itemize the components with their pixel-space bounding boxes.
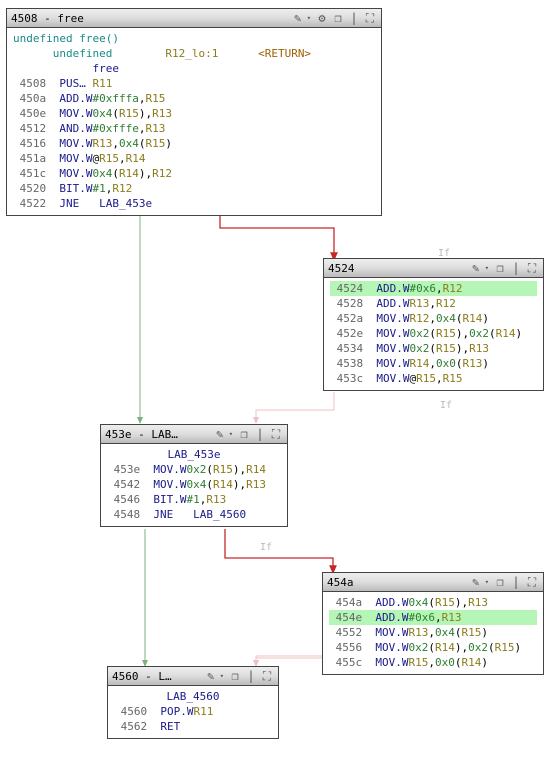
if-label: If	[260, 542, 272, 553]
block-label: LAB_4560	[167, 690, 220, 703]
expand-icon[interactable]: ⛶	[269, 427, 283, 441]
sig-name: free	[92, 62, 119, 75]
block-title: 454a	[327, 576, 467, 589]
divider: |	[244, 669, 258, 683]
asm-row: 4560 POP.WR11	[114, 704, 272, 719]
asm-row: 4556 MOV.W0x2(R14),0x2(R15)	[329, 640, 537, 655]
asm-row: 4516 MOV.WR13,0x4(R15)	[13, 136, 375, 151]
asm-row: 4512 AND.W#0xfffe,R13	[13, 121, 375, 136]
expand-icon[interactable]: ⛶	[260, 669, 274, 683]
block-body: undefined free() undefined R12_lo:1 <RET…	[7, 28, 381, 215]
expand-icon[interactable]: ⛶	[525, 575, 539, 589]
block-title: 4508 - free	[11, 12, 289, 25]
restore-icon[interactable]: ❐	[228, 669, 242, 683]
divider: |	[509, 261, 523, 275]
asm-row: 455c MOV.WR15,0x0(R14)	[329, 655, 537, 670]
expand-icon[interactable]: ⛶	[363, 11, 377, 25]
asm-row: 4520 BIT.W#1,R12	[13, 181, 375, 196]
asm-row: 4538 MOV.WR14,0x0(R13)	[330, 356, 537, 371]
asm-row: 450a ADD.W#0xfffa,R15	[13, 91, 375, 106]
restore-icon[interactable]: ❐	[493, 575, 507, 589]
block-4524[interactable]: 4524 ✎▾ ❐ | ⛶ 4524 ADD.W#0x6,R12 4528 AD…	[323, 258, 544, 391]
edit-icon[interactable]: ✎	[213, 427, 227, 441]
asm-row: 450e MOV.W0x4(R15),R13	[13, 106, 375, 121]
asm-row: 453c MOV.W@R15,R15	[330, 371, 537, 386]
block-4560[interactable]: 4560 - L… ✎▾ ❐ | ⛶ LAB_4560 4560 POP.WR1…	[107, 666, 279, 739]
gear-icon[interactable]: ⚙	[315, 11, 329, 25]
asm-row: 4528 ADD.WR13,R12	[330, 296, 537, 311]
asm-row: 4542 MOV.W0x4(R14),R13	[107, 477, 281, 492]
asm-row: 4524 ADD.W#0x6,R12	[330, 281, 537, 296]
asm-row: 454a ADD.W0x4(R15),R13	[329, 595, 537, 610]
asm-row: 453e MOV.W0x2(R15),R14	[107, 462, 281, 477]
block-label: LAB_453e	[168, 448, 221, 461]
asm-row: 451c MOV.W0x4(R14),R12	[13, 166, 375, 181]
edit-icon[interactable]: ✎	[469, 261, 483, 275]
expand-icon[interactable]: ⛶	[525, 261, 539, 275]
asm-row: 4508 PUS… R11	[13, 76, 375, 91]
if-label: If	[440, 400, 452, 411]
sig-reg: R12_lo:1	[165, 47, 218, 60]
block-body: 454a ADD.W0x4(R15),R13 454e ADD.W#0x6,R1…	[323, 592, 543, 674]
asm-row: 4562 RET	[114, 719, 272, 734]
block-title: 4524	[328, 262, 467, 275]
asm-row: 454e ADD.W#0x6,R13	[329, 610, 537, 625]
divider: |	[253, 427, 267, 441]
block-4508[interactable]: 4508 - free ✎▾ ⚙ ❐ | ⛶ undefined free() …	[6, 8, 382, 216]
asm-row: 452e MOV.W0x2(R15),0x2(R14)	[330, 326, 537, 341]
block-body: 4524 ADD.W#0x6,R12 4528 ADD.WR13,R12 452…	[324, 278, 543, 390]
sig-ret: <RETURN>	[258, 47, 311, 60]
restore-icon[interactable]: ❐	[493, 261, 507, 275]
restore-icon[interactable]: ❐	[331, 11, 345, 25]
asm-row: 4546 BIT.W#1,R13	[107, 492, 281, 507]
asm-row: 451a MOV.W@R15,R14	[13, 151, 375, 166]
dropdown-icon[interactable]: ▾	[220, 672, 226, 680]
dropdown-icon[interactable]: ▾	[485, 578, 491, 586]
dropdown-icon[interactable]: ▾	[485, 264, 491, 272]
divider: |	[509, 575, 523, 589]
sig-type: undefined	[53, 47, 113, 60]
edit-icon[interactable]: ✎	[469, 575, 483, 589]
asm-row: 4552 MOV.WR13,0x4(R15)	[329, 625, 537, 640]
block-title: 4560 - L…	[112, 670, 202, 683]
block-body: LAB_4560 4560 POP.WR11 4562 RET	[108, 686, 278, 738]
block-454a[interactable]: 454a ✎▾ ❐ | ⛶ 454a ADD.W0x4(R15),R13 454…	[322, 572, 544, 675]
dropdown-icon[interactable]: ▾	[229, 430, 235, 438]
sig-line: undefined free()	[13, 32, 119, 45]
block-title: 453e - LAB…	[105, 428, 211, 441]
edit-icon[interactable]: ✎	[204, 669, 218, 683]
restore-icon[interactable]: ❐	[237, 427, 251, 441]
divider: |	[347, 11, 361, 25]
edit-icon[interactable]: ✎	[291, 11, 305, 25]
asm-row: 4522 JNE LAB_453e	[13, 196, 375, 211]
block-453e[interactable]: 453e - LAB… ✎▾ ❐ | ⛶ LAB_453e 453e MOV.W…	[100, 424, 288, 527]
block-body: LAB_453e 453e MOV.W0x2(R15),R14 4542 MOV…	[101, 444, 287, 526]
asm-row: 4548 JNE LAB_4560	[107, 507, 281, 522]
dropdown-icon[interactable]: ▾	[307, 14, 313, 22]
asm-row: 4534 MOV.W0x2(R15),R13	[330, 341, 537, 356]
asm-row: 452a MOV.WR12,0x4(R14)	[330, 311, 537, 326]
